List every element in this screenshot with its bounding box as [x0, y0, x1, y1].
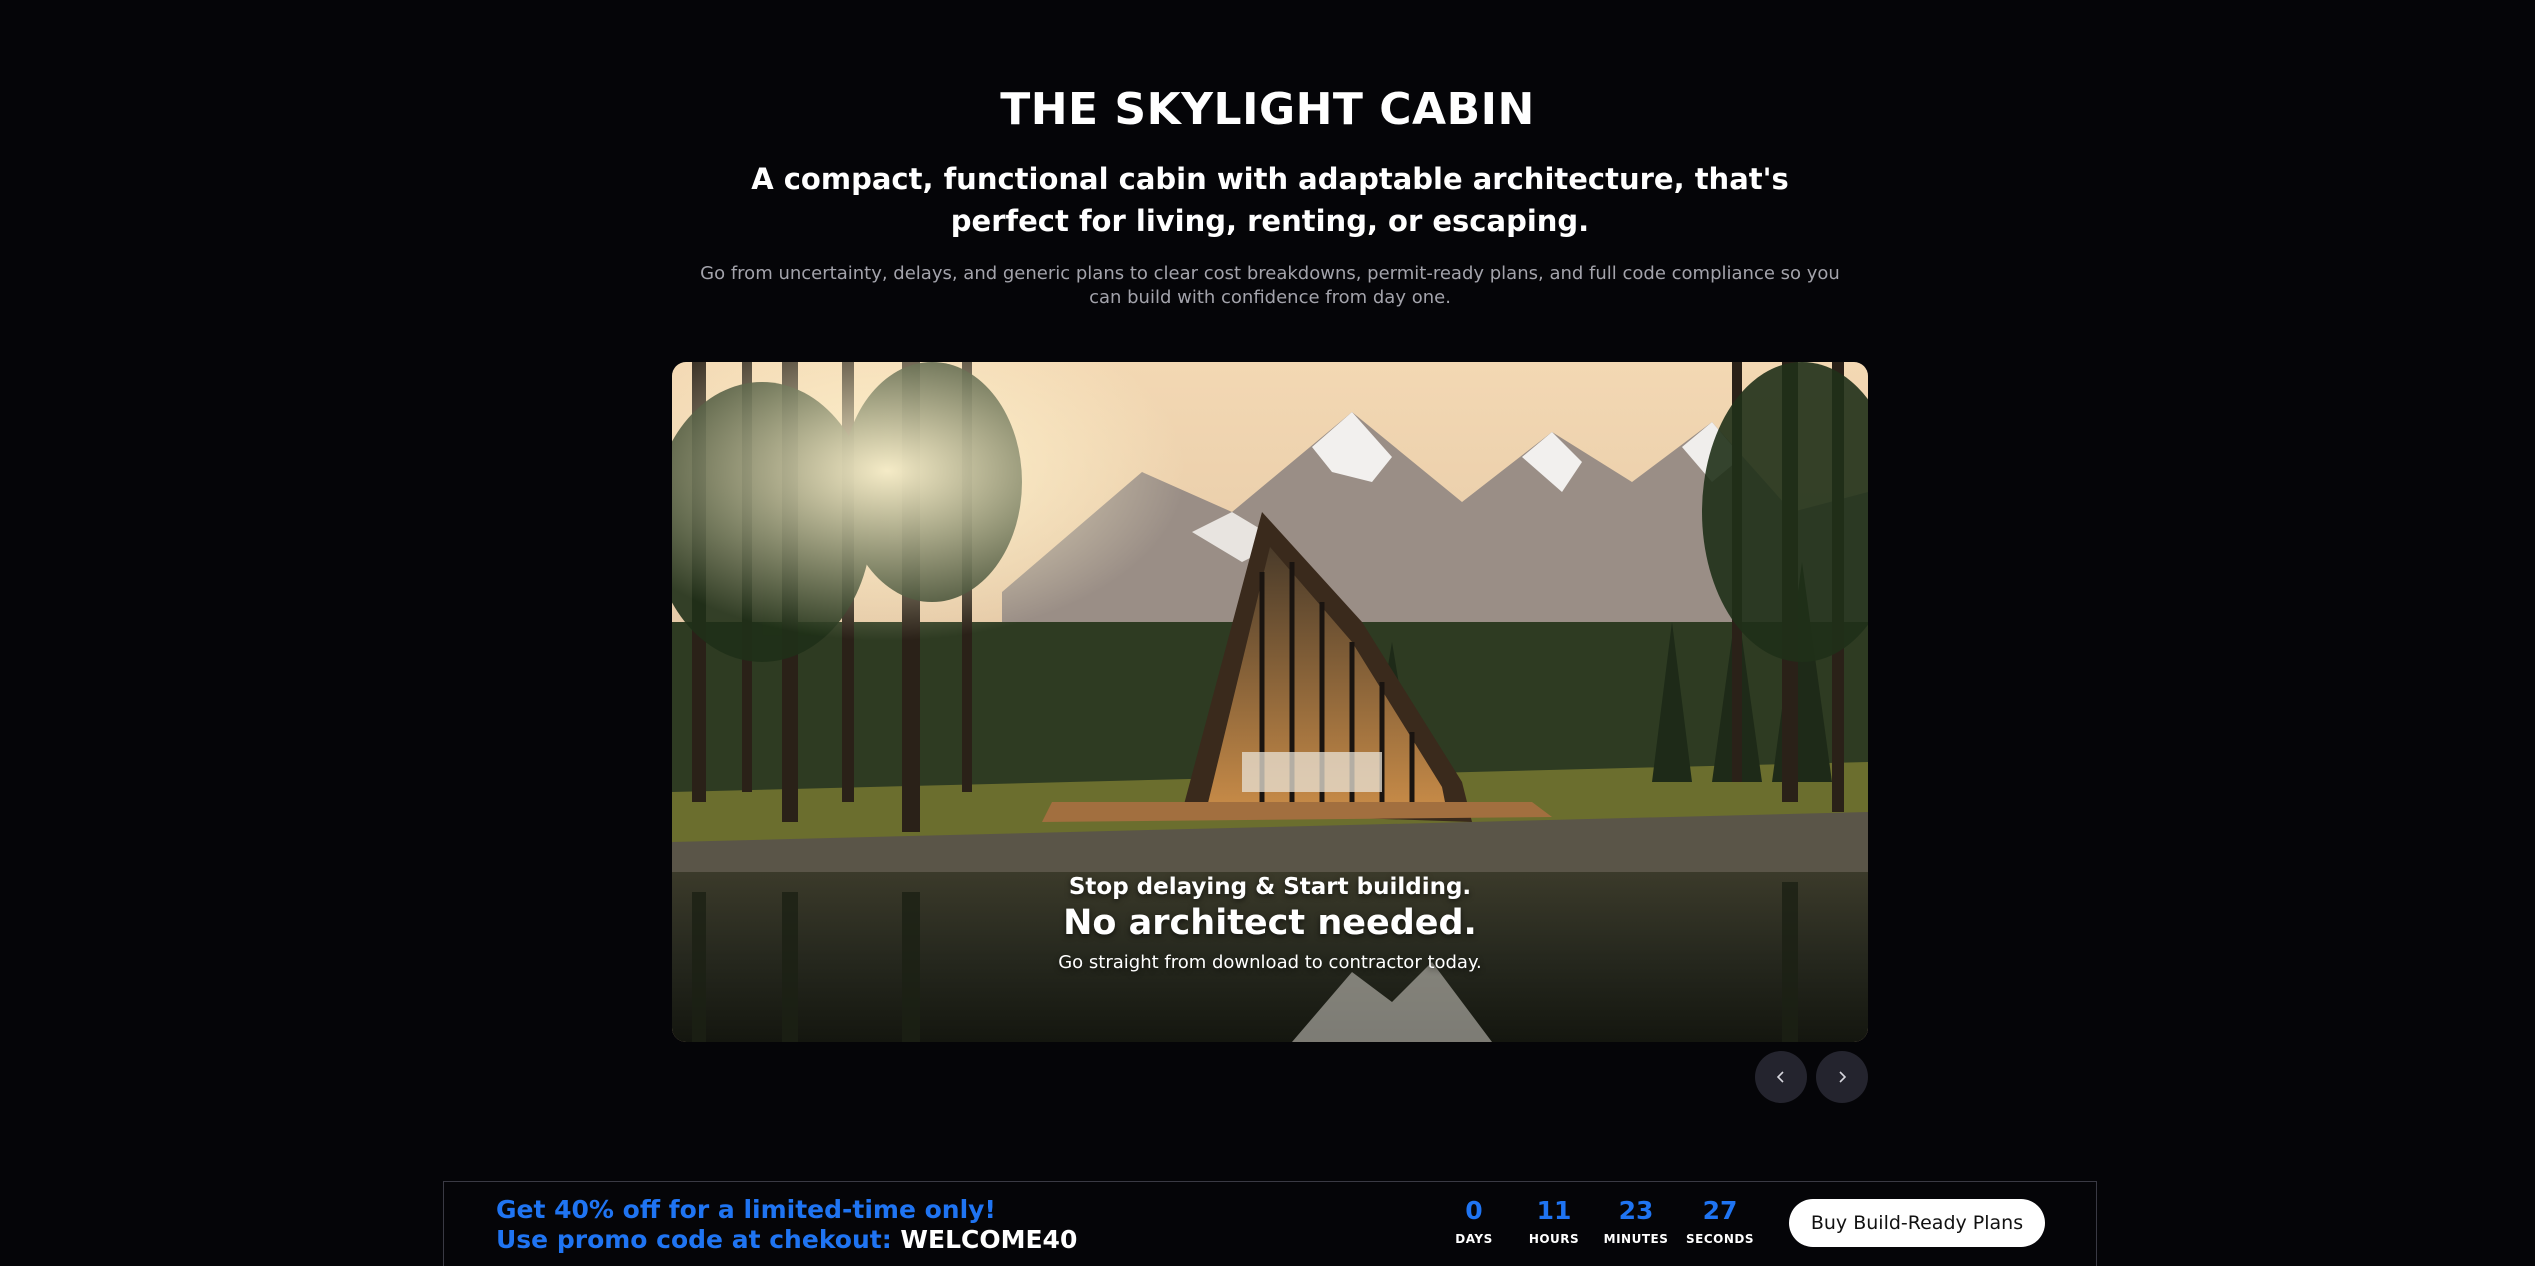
promo-code-prefix: Use promo code at chekout:: [496, 1225, 892, 1254]
slide-headline: No architect needed.: [1063, 903, 1477, 943]
countdown-seconds-label: SECONDS: [1686, 1232, 1754, 1246]
carousel-next-button[interactable]: [1816, 1051, 1868, 1103]
countdown-days-label: DAYS: [1455, 1232, 1493, 1246]
promo-offer-text: Get 40% off for a limited-time only!: [496, 1195, 996, 1224]
page-title: THE SKYLIGHT CABIN: [1000, 84, 1535, 135]
promo-bar: Get 40% off for a limited-time only! Use…: [443, 1181, 2097, 1266]
hero-subtitle: A compact, functional cabin with adaptab…: [751, 162, 1789, 238]
slide-text: Go straight from download to contractor …: [1058, 952, 1482, 973]
countdown-seconds-value: 27: [1702, 1196, 1738, 1225]
carousel-prev-button[interactable]: [1755, 1051, 1807, 1103]
countdown-minutes-value: 23: [1618, 1196, 1654, 1225]
countdown-hours-label: HOURS: [1528, 1232, 1580, 1246]
countdown-minutes: 23 MINUTES: [1599, 1196, 1673, 1248]
countdown-hours-value: 11: [1536, 1196, 1572, 1225]
buy-plans-button[interactable]: Buy Build-Ready Plans: [1789, 1199, 2045, 1247]
image-carousel[interactable]: Stop delaying & Start building. No archi…: [672, 362, 1868, 1042]
slide-tagline: Stop delaying & Start building.: [1068, 874, 1472, 900]
countdown-days: 0 DAYS: [1437, 1196, 1511, 1248]
promo-code-text: Use promo code at chekout: WELCOME40: [496, 1224, 1077, 1256]
countdown-minutes-label: MINUTES: [1603, 1232, 1669, 1246]
countdown-hours: 11 HOURS: [1517, 1196, 1591, 1248]
hero-description: Go from uncertainty, delays, and generic…: [700, 263, 1840, 308]
landing-page: THE SKYLIGHT CABIN A compact, functional…: [0, 0, 2535, 1266]
chevron-left-icon: [1776, 1071, 1784, 1083]
slide-caption: Stop delaying & Start building. No archi…: [672, 872, 1868, 978]
promo-code: WELCOME40: [900, 1225, 1078, 1254]
countdown-days-value: 0: [1465, 1196, 1483, 1225]
countdown-seconds: 27 SECONDS: [1683, 1196, 1757, 1248]
chevron-right-icon: [1839, 1071, 1847, 1083]
